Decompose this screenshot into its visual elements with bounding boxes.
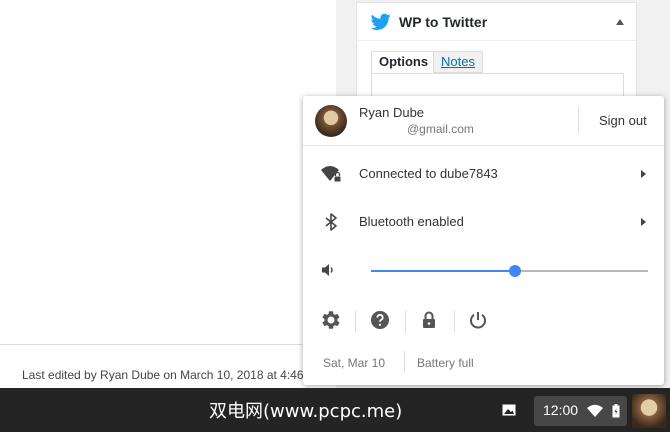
- help-button[interactable]: [368, 308, 392, 332]
- system-buttons: [303, 300, 664, 340]
- settings-button[interactable]: [319, 308, 343, 332]
- bluetooth-icon: [325, 213, 337, 231]
- network-label: Connected to dube7843: [359, 166, 498, 181]
- power-button[interactable]: [466, 308, 490, 332]
- metabox-header[interactable]: WP to Twitter: [357, 3, 636, 41]
- last-edited-text: Last edited by Ryan Dube on March 10, 20…: [22, 368, 304, 382]
- collapse-toggle-icon[interactable]: [616, 19, 624, 25]
- chevron-right-icon: [641, 218, 646, 226]
- tab-options[interactable]: Options: [371, 51, 437, 73]
- clock: 12:00: [543, 402, 579, 418]
- volume-icon[interactable]: [321, 263, 337, 277]
- tab-notes[interactable]: Notes: [433, 51, 483, 73]
- divider: [454, 310, 455, 332]
- wifi-icon: [587, 404, 603, 417]
- battery-icon: [612, 404, 620, 418]
- network-row[interactable]: Connected to dube7843: [303, 150, 664, 198]
- user-email: @gmail.com: [407, 122, 474, 136]
- lock-icon: [423, 311, 435, 328]
- volume-slider-thumb[interactable]: [509, 265, 522, 277]
- settings-icon: [322, 311, 340, 329]
- wifi-locked-icon: [321, 166, 342, 183]
- volume-slider[interactable]: [371, 265, 648, 277]
- help-icon: [371, 311, 389, 329]
- lock-button[interactable]: [417, 308, 441, 332]
- volume-row: [303, 248, 664, 292]
- status-row: Sat, Mar 10 Battery full: [303, 346, 664, 382]
- system-tray-menu: Ryan Dube @gmail.com Sign out Connected …: [303, 96, 664, 385]
- shelf: 双电网(www.pcpc.me) 12:00: [0, 388, 670, 432]
- date-label[interactable]: Sat, Mar 10: [323, 356, 385, 370]
- chevron-right-icon: [641, 170, 646, 178]
- volume-slider-fill: [371, 270, 516, 272]
- divider: [578, 108, 579, 133]
- image-icon[interactable]: [502, 404, 516, 416]
- divider: [404, 351, 405, 373]
- user-card: Ryan Dube @gmail.com Sign out: [303, 96, 664, 146]
- metabox-title: WP to Twitter: [399, 14, 488, 30]
- divider: [355, 310, 356, 332]
- twitter-bird-icon: [371, 13, 391, 31]
- bluetooth-row[interactable]: Bluetooth enabled: [303, 198, 664, 246]
- editor-status-bar: Last edited by Ryan Dube on March 10, 20…: [0, 344, 336, 388]
- sign-out-button[interactable]: Sign out: [599, 113, 647, 128]
- editor-content-area: [0, 0, 336, 344]
- user-name: Ryan Dube: [359, 105, 425, 120]
- status-tray[interactable]: 12:00: [534, 396, 627, 426]
- shelf-user-avatar[interactable]: [632, 394, 666, 428]
- watermark-text: 双电网(www.pcpc.me): [209, 401, 403, 422]
- battery-status: Battery full: [417, 356, 474, 370]
- user-avatar: [315, 105, 347, 137]
- divider: [405, 310, 406, 332]
- power-icon: [470, 312, 486, 329]
- bluetooth-label: Bluetooth enabled: [359, 214, 464, 229]
